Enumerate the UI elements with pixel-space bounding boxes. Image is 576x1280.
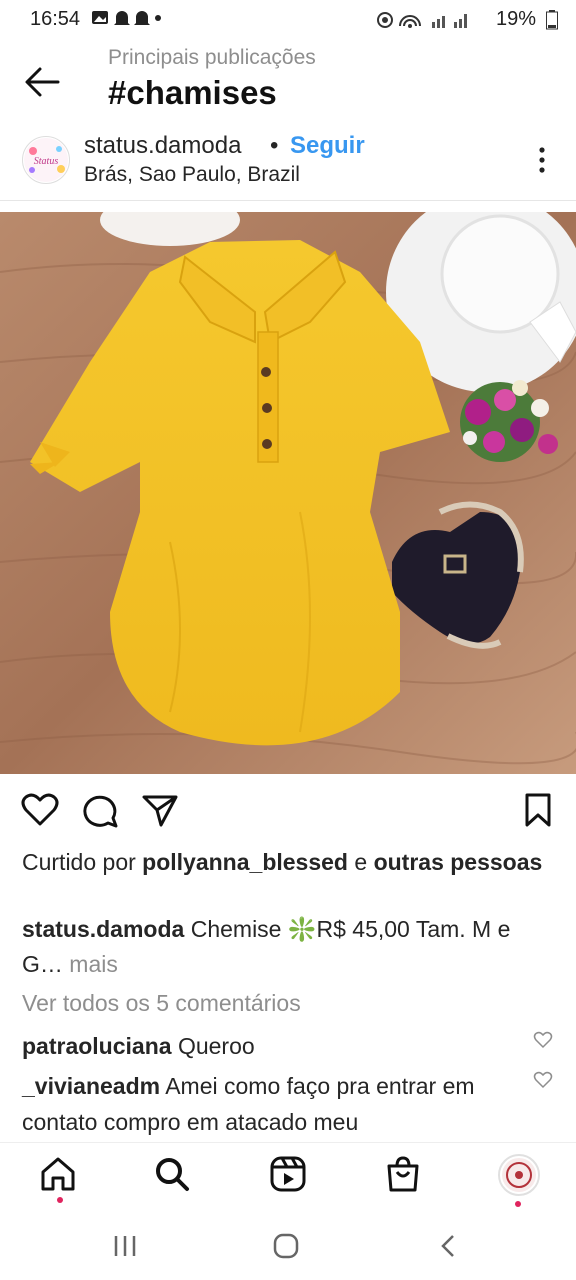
nav-home[interactable] <box>38 1154 78 1194</box>
post-location[interactable]: Brás, Sao Paulo, Brazil <box>84 163 300 187</box>
shop-icon <box>387 1156 419 1192</box>
divider <box>0 200 576 201</box>
liked-prefix: Curtido por <box>22 849 136 875</box>
avatar[interactable]: Status <box>22 136 70 184</box>
home-icon <box>41 1157 75 1191</box>
svg-text:Status: Status <box>34 156 59 167</box>
likes-summary[interactable]: Curtido por pollyanna_blessed e outras p… <box>22 846 552 879</box>
back-button[interactable] <box>22 62 62 102</box>
recent-apps-icon[interactable] <box>112 1234 138 1258</box>
more-options-button[interactable] <box>530 146 554 174</box>
notification-icons <box>92 8 162 33</box>
separator-dot: • <box>270 132 279 159</box>
bookmark-icon <box>525 793 551 827</box>
comment-username[interactable]: patraoluciana <box>22 1033 172 1059</box>
system-icons: 19% <box>376 8 558 31</box>
battery-icon <box>546 9 558 29</box>
share-button[interactable] <box>140 790 180 830</box>
liked-others[interactable]: outras pessoas <box>374 849 543 875</box>
home-nav-icon[interactable] <box>273 1233 299 1259</box>
comment-item: patraoluciana Queroo <box>22 1028 522 1064</box>
liked-user[interactable]: pollyanna_blessed <box>142 849 348 875</box>
more-vertical-icon <box>539 147 545 173</box>
notification-dot <box>57 1197 63 1203</box>
caption-more-link[interactable]: mais <box>69 951 118 977</box>
header-subtitle: Principais publicações <box>108 46 316 69</box>
back-nav-icon[interactable] <box>438 1234 458 1258</box>
caption-username[interactable]: status.damoda <box>22 916 184 942</box>
search-icon <box>156 1158 189 1191</box>
nav-shop[interactable] <box>383 1154 423 1194</box>
notification-dot <box>515 1201 521 1207</box>
liked-and: e <box>354 849 368 875</box>
post-username[interactable]: status.damoda <box>84 132 241 160</box>
battery-level: 19% <box>495 8 536 30</box>
arrow-left-icon <box>25 67 60 97</box>
comment-like-button[interactable] <box>533 1030 553 1050</box>
post-image[interactable] <box>0 192 576 774</box>
heart-icon <box>533 1071 553 1089</box>
nav-search[interactable] <box>152 1154 192 1194</box>
comment-username[interactable]: _vivianeadm <box>22 1073 160 1099</box>
system-navigation-bar <box>0 1212 576 1280</box>
comment-text: Queroo <box>177 1033 255 1059</box>
like-button[interactable] <box>20 790 60 830</box>
save-button[interactable] <box>518 790 558 830</box>
comment-button[interactable] <box>80 790 120 830</box>
post-caption: status.damoda Chemise ❇️R$ 45,00 Tam. M … <box>22 912 552 982</box>
comment-item: _vivianeadm Amei como faço pra entrar em… <box>22 1068 522 1140</box>
comment-like-button[interactable] <box>533 1070 553 1090</box>
page-title: #chamises <box>108 74 277 111</box>
nav-profile-avatar[interactable] <box>498 1154 540 1196</box>
status-bar: 16:54 19% <box>0 0 576 38</box>
reels-icon <box>270 1156 306 1192</box>
nav-reels[interactable] <box>268 1154 308 1194</box>
follow-button[interactable]: Seguir <box>290 132 365 160</box>
view-all-comments-link[interactable]: Ver todos os 5 comentários <box>22 990 301 1017</box>
heart-icon <box>21 793 59 826</box>
comment-icon <box>83 795 118 828</box>
status-time: 16:54 <box>30 8 81 30</box>
send-icon <box>142 795 178 827</box>
heart-icon <box>533 1031 553 1049</box>
